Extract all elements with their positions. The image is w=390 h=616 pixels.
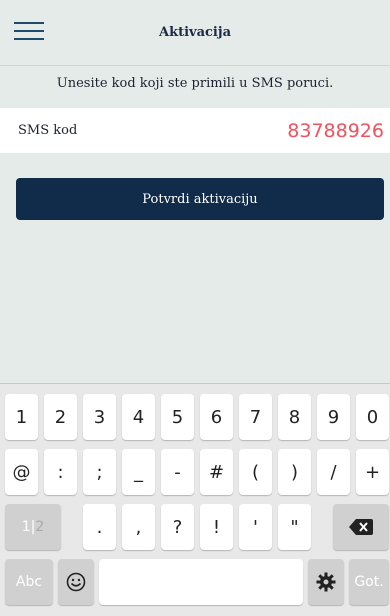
key-4[interactable]: 4 xyxy=(122,394,155,440)
emoji-icon xyxy=(66,572,86,592)
sms-code-label: SMS kod xyxy=(18,123,78,138)
key-3[interactable]: 3 xyxy=(83,394,116,440)
key-hash[interactable]: # xyxy=(200,449,233,495)
space-key[interactable] xyxy=(99,559,303,605)
key-0[interactable]: 0 xyxy=(356,394,389,440)
key-minus[interactable]: - xyxy=(161,449,194,495)
key-semicolon[interactable]: ; xyxy=(83,449,116,495)
key-8[interactable]: 8 xyxy=(278,394,311,440)
key-close-paren[interactable]: ) xyxy=(278,449,311,495)
sms-code-value[interactable]: 83788926 xyxy=(287,120,384,142)
abc-key[interactable]: Abc xyxy=(5,559,53,605)
key-7[interactable]: 7 xyxy=(239,394,272,440)
key-question[interactable]: ? xyxy=(161,504,194,550)
page-1-label: 1 xyxy=(21,519,31,535)
app-header: Aktivacija xyxy=(0,0,390,66)
key-6[interactable]: 6 xyxy=(200,394,233,440)
backspace-key[interactable] xyxy=(333,504,389,550)
key-apostrophe[interactable]: ' xyxy=(239,504,272,550)
key-quote[interactable]: " xyxy=(278,504,311,550)
key-colon[interactable]: : xyxy=(44,449,77,495)
settings-key[interactable] xyxy=(308,559,344,605)
key-5[interactable]: 5 xyxy=(161,394,194,440)
key-slash[interactable]: / xyxy=(317,449,350,495)
gear-icon xyxy=(316,572,336,592)
key-1[interactable]: 1 xyxy=(5,394,38,440)
symbols-page-toggle[interactable]: 1 | 2 xyxy=(5,504,61,550)
sms-code-field[interactable]: SMS kod 83788926 xyxy=(0,108,390,153)
backspace-icon xyxy=(349,519,373,535)
key-at[interactable]: @ xyxy=(5,449,38,495)
done-key[interactable]: Got. xyxy=(349,559,389,605)
confirm-activation-button[interactable]: Potvrdi aktivaciju xyxy=(16,178,384,220)
key-period[interactable]: . xyxy=(83,504,116,550)
key-open-paren[interactable]: ( xyxy=(239,449,272,495)
page-2-label: 2 xyxy=(35,519,45,535)
keyboard: 1 2 3 4 5 6 7 8 9 0 @ : ; _ - # ( ) / + … xyxy=(0,383,390,616)
key-comma[interactable]: , xyxy=(122,504,155,550)
key-9[interactable]: 9 xyxy=(317,394,350,440)
key-plus[interactable]: + xyxy=(356,449,389,495)
key-2[interactable]: 2 xyxy=(44,394,77,440)
page-title: Aktivacija xyxy=(159,25,231,40)
hamburger-menu-icon[interactable] xyxy=(14,22,44,42)
key-underscore[interactable]: _ xyxy=(122,449,155,495)
emoji-key[interactable] xyxy=(58,559,94,605)
key-exclamation[interactable]: ! xyxy=(200,504,233,550)
activation-screen: Aktivacija Unesite kod koji ste primili … xyxy=(0,0,390,383)
instruction-text: Unesite kod koji ste primili u SMS poruc… xyxy=(56,76,334,91)
